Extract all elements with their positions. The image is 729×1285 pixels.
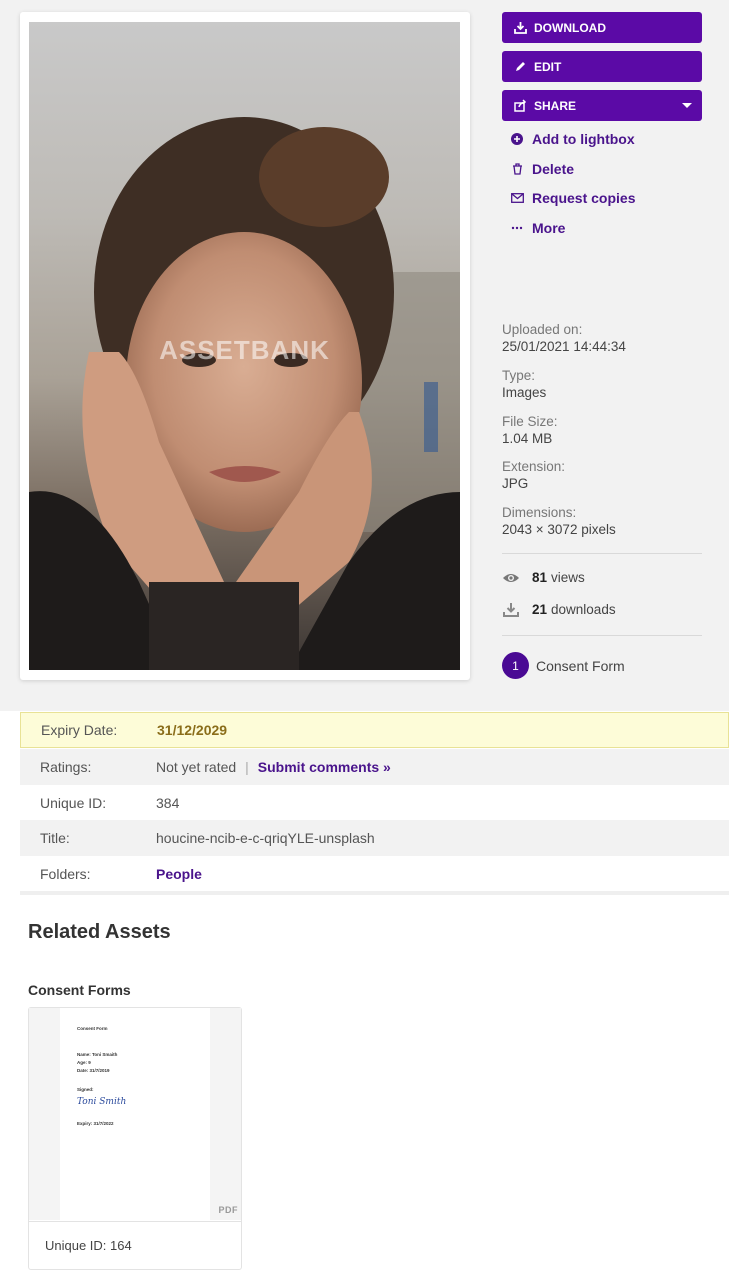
ratings-value: Not yet rated [156, 759, 237, 775]
more-dots-icon [510, 226, 524, 230]
document-thumbnail: Consent Form Name: Toni Smaith Age: 9 Da… [29, 1008, 241, 1220]
download-button[interactable]: DOWNLOAD [502, 12, 702, 43]
share-label: SHARE [534, 98, 577, 113]
request-copies-link[interactable]: Request copies [510, 188, 635, 208]
share-button[interactable]: SHARE [502, 90, 702, 121]
envelope-icon [510, 193, 524, 203]
file-type-badge: PDF [218, 1205, 238, 1215]
views-stat: 81 views [502, 570, 585, 585]
meta-value: 25/01/2021 14:44:34 [502, 339, 626, 354]
more-label: More [532, 220, 566, 236]
related-asset-card[interactable]: Consent Form Name: Toni Smaith Age: 9 Da… [28, 1007, 242, 1270]
meta-dimensions: Dimensions: 2043 × 3072 pixels [502, 504, 616, 538]
attribute-row-folders: Folders: People [20, 856, 729, 892]
meta-value: 1.04 MB [502, 431, 553, 446]
plus-circle-icon [510, 133, 524, 145]
attribute-label: Ratings: [40, 759, 92, 775]
doc-age: Age: 9 [77, 1060, 91, 1065]
pencil-icon [513, 60, 527, 74]
downloads-stat: 21 downloads [502, 602, 616, 617]
meta-label: Extension: [502, 459, 566, 474]
meta-label: Dimensions: [502, 505, 577, 520]
downloads-label: downloads [551, 602, 616, 617]
asset-card-footer: Unique ID: 164 [29, 1221, 241, 1269]
title-value: houcine-ncib-e-c-qriqYLE-unsplash [156, 830, 375, 846]
attribute-row-unique-id: Unique ID: 384 [20, 785, 729, 821]
doc-expiry: Expiry: 31/7/2022 [77, 1121, 114, 1126]
download-icon [513, 21, 527, 35]
meta-value: JPG [502, 476, 529, 491]
document-page: Consent Form Name: Toni Smaith Age: 9 Da… [60, 1008, 210, 1220]
attribute-row-ratings: Ratings: Not yet rated | Submit comments… [20, 749, 729, 785]
watermark-text: ASSETBANK [159, 335, 330, 365]
meta-extension: Extension: JPG [502, 458, 565, 492]
trash-icon [510, 163, 524, 175]
download-tray-icon [502, 602, 520, 617]
submit-comments-link[interactable]: Submit comments » [258, 759, 391, 775]
download-label: DOWNLOAD [534, 20, 606, 35]
chevron-down-icon[interactable] [682, 103, 692, 108]
meta-label: Type: [502, 368, 536, 383]
attribute-label: Expiry Date: [41, 722, 118, 738]
consent-form-badge[interactable]: 1 Consent Form [502, 652, 625, 679]
divider [502, 635, 702, 636]
share-icon [513, 99, 527, 113]
meta-uploaded: Uploaded on: 25/01/2021 14:44:34 [502, 321, 626, 355]
add-to-lightbox-label: Add to lightbox [532, 131, 635, 147]
doc-name: Name: Toni Smaith [77, 1052, 118, 1057]
unique-id-value: 384 [156, 795, 180, 811]
meta-type: Type: Images [502, 367, 546, 401]
folder-link-people[interactable]: People [156, 866, 202, 882]
expiry-date-value: 31/12/2029 [157, 722, 228, 738]
meta-value: 2043 × 3072 pixels [502, 522, 616, 537]
attribute-label: Unique ID: [40, 795, 107, 811]
edit-button[interactable]: EDIT [502, 51, 702, 82]
image-preview-card: ASSETBANK [20, 12, 470, 680]
views-count: 81 [532, 570, 548, 585]
consent-label: Consent Form [536, 657, 625, 674]
meta-label: Uploaded on: [502, 322, 583, 337]
separator: | [245, 759, 249, 775]
divider [502, 553, 702, 554]
meta-file-size: File Size: 1.04 MB [502, 413, 558, 447]
attribute-row-title: Title: houcine-ncib-e-c-qriqYLE-unsplash [20, 820, 729, 856]
consent-count: 1 [502, 652, 529, 679]
doc-title: Consent Form [77, 1026, 108, 1031]
delete-label: Delete [532, 161, 575, 177]
meta-value: Images [502, 385, 547, 400]
doc-date: Date: 31/7/2019 [77, 1068, 110, 1073]
attribute-label: Title: [40, 830, 70, 846]
divider [20, 891, 729, 895]
request-copies-label: Request copies [532, 190, 636, 206]
views-label: views [551, 570, 585, 585]
eye-icon [502, 572, 520, 584]
related-assets-heading: Related Assets [28, 921, 171, 943]
doc-signed: Signed: [77, 1087, 94, 1092]
doc-signature: Toni Smith [77, 1097, 127, 1107]
attribute-row-expiry: Expiry Date: 31/12/2029 [20, 712, 729, 748]
attribute-label: Folders: [40, 866, 91, 882]
add-to-lightbox-link[interactable]: Add to lightbox [510, 129, 635, 149]
downloads-count: 21 [532, 602, 548, 617]
asset-image[interactable]: ASSETBANK [29, 22, 460, 670]
consent-forms-heading: Consent Forms [28, 982, 131, 998]
delete-link[interactable]: Delete [510, 159, 574, 179]
more-link[interactable]: More [510, 218, 565, 238]
edit-label: EDIT [534, 59, 562, 74]
meta-label: File Size: [502, 414, 558, 429]
